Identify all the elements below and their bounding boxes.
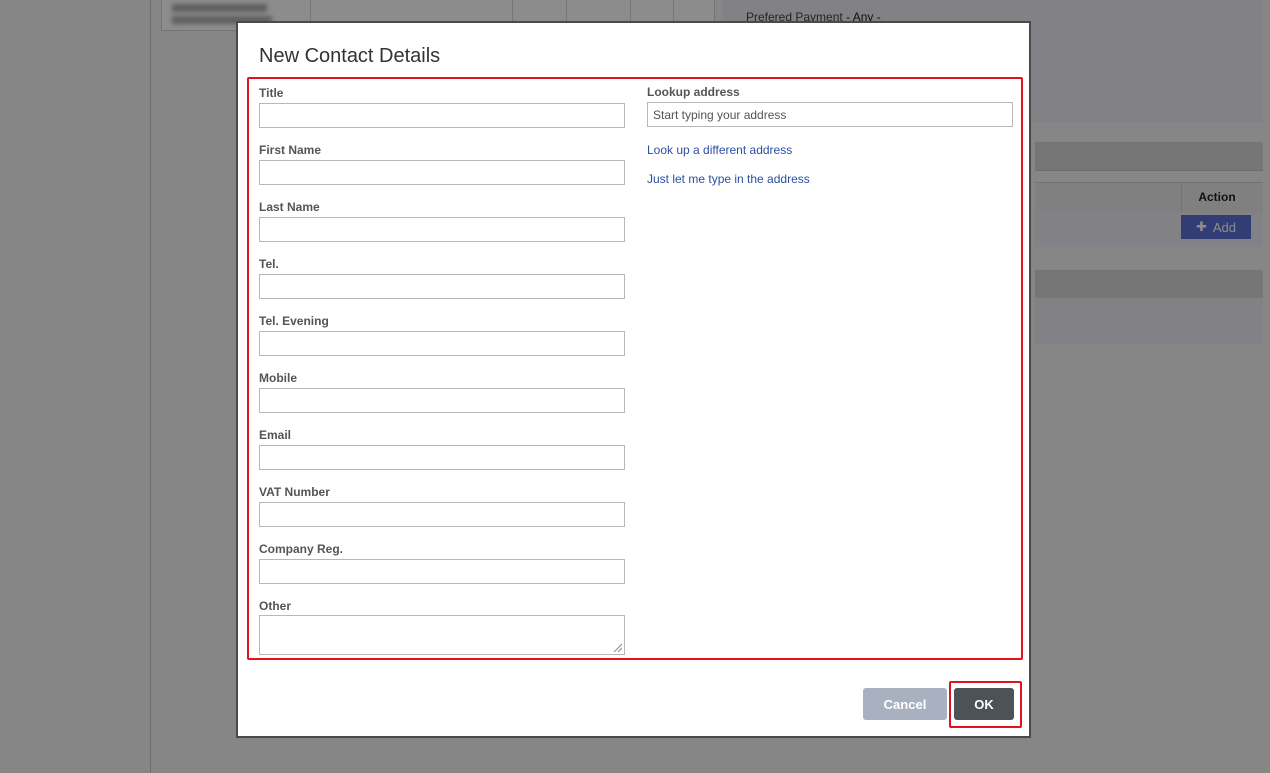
ok-button[interactable]: OK [954,688,1014,720]
look-up-different-address-link[interactable]: Look up a different address [647,143,792,157]
tel-label: Tel. [259,257,279,271]
other-textarea[interactable] [259,615,625,655]
manual-address-link[interactable]: Just let me type in the address [647,172,810,186]
mobile-label: Mobile [259,371,297,385]
other-label: Other [259,599,292,613]
lookup-address-label: Lookup address [647,85,740,99]
cancel-button[interactable]: Cancel [863,688,947,720]
mobile-input[interactable] [259,388,625,413]
lookup-address-input[interactable] [647,102,1013,127]
tel-input[interactable] [259,274,625,299]
email-label: Email [259,428,292,442]
title-input[interactable] [259,103,625,128]
tel-evening-label: Tel. Evening [259,314,329,328]
last-name-label: Last Name [259,200,320,214]
company-reg-input[interactable] [259,559,625,584]
tel-evening-input[interactable] [259,331,625,356]
first-name-label: First Name [259,143,322,157]
last-name-input[interactable] [259,217,625,242]
vat-number-input[interactable] [259,502,625,527]
resize-grip-icon[interactable] [613,643,622,652]
company-reg-label: Company Reg. [259,542,344,556]
first-name-input[interactable] [259,160,625,185]
email-input[interactable] [259,445,625,470]
dialog-title: New Contact Details [259,45,441,67]
new-contact-dialog: New Contact Details Title First Name Las… [236,21,1031,738]
title-label: Title [259,86,284,100]
vat-number-label: VAT Number [259,485,330,499]
